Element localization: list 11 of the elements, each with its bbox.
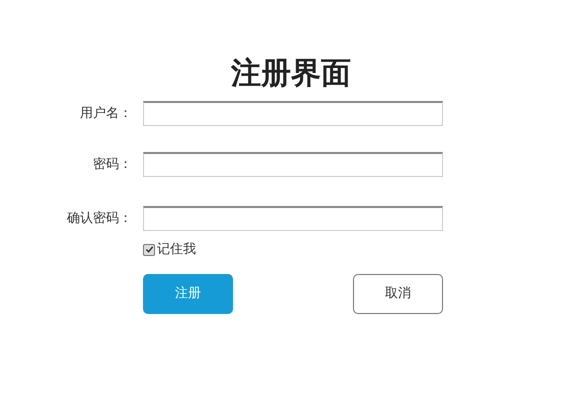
field-label: 确认密码： — [66, 210, 133, 228]
check-icon — [144, 245, 154, 254]
field-label: 密码： — [92, 156, 133, 174]
input-field[interactable] — [143, 101, 443, 126]
input-field[interactable] — [143, 152, 443, 177]
cancel-button[interactable]: 取消 — [353, 274, 443, 314]
checkbox-label: 记住我 — [157, 241, 196, 259]
input-field[interactable] — [143, 206, 443, 231]
checkbox[interactable] — [143, 244, 155, 256]
field-label: 用户名： — [79, 104, 133, 123]
page-title: 注册界面 — [230, 55, 352, 93]
